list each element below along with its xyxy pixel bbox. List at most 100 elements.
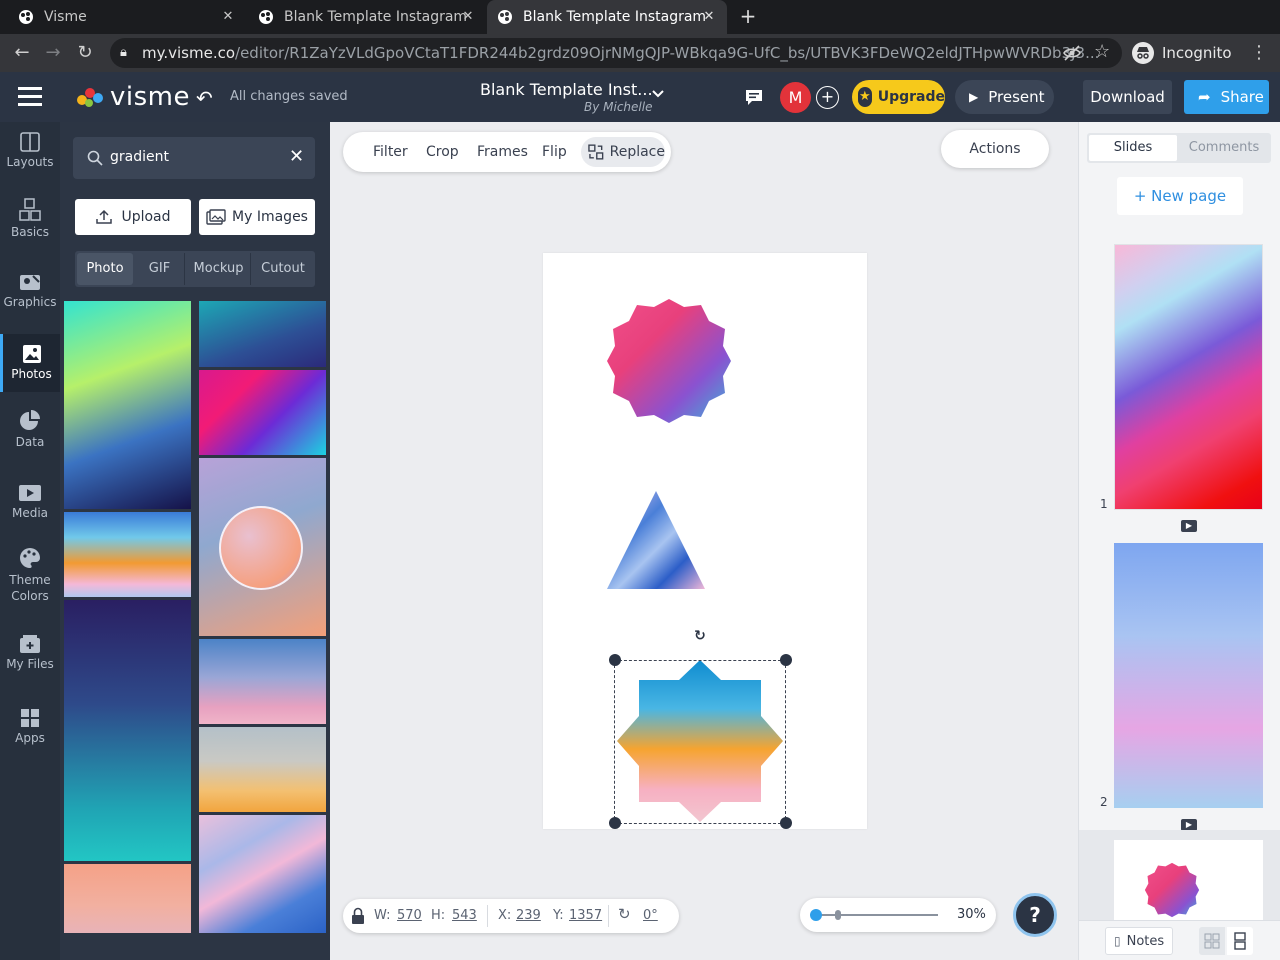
resize-handle-top-left[interactable]: [609, 654, 621, 666]
photo-thumbnail[interactable]: [64, 864, 191, 933]
tab-gif[interactable]: GIF: [135, 253, 185, 285]
resize-handle-top-right[interactable]: [780, 654, 792, 666]
close-tab-icon[interactable]: ✕: [460, 9, 476, 25]
selection-box[interactable]: [614, 660, 786, 824]
slide-transition-icon[interactable]: ▶: [1181, 520, 1197, 532]
rotate-handle-icon[interactable]: ↻: [689, 625, 711, 647]
upgrade-button[interactable]: ★ Upgrade: [852, 80, 945, 114]
upload-button[interactable]: Upload: [75, 199, 191, 235]
tab-cutout[interactable]: Cutout: [253, 253, 313, 285]
forward-arrow-icon[interactable]: →: [42, 42, 64, 64]
resize-handle-bottom-left[interactable]: [609, 817, 621, 829]
help-button[interactable]: ?: [1013, 893, 1057, 937]
photo-thumbnail[interactable]: [64, 301, 191, 509]
photo-thumbnail[interactable]: [199, 639, 326, 724]
undo-icon[interactable]: ↶: [196, 86, 213, 110]
search-input[interactable]: gradient: [110, 149, 169, 165]
photo-thumbnail[interactable]: [199, 815, 326, 933]
sidebar-item-apps[interactable]: Apps: [0, 708, 60, 752]
lock-aspect-icon[interactable]: [351, 907, 365, 925]
present-button[interactable]: ▶ Present: [955, 80, 1054, 114]
photo-thumbnail[interactable]: [199, 458, 326, 636]
browser-menu-icon[interactable]: ⋮: [1250, 42, 1268, 64]
width-value[interactable]: 570: [397, 908, 422, 923]
actions-button[interactable]: Actions: [941, 130, 1049, 168]
rotation-icon: ↻: [618, 905, 631, 923]
close-tab-icon[interactable]: ✕: [701, 9, 717, 25]
close-tab-icon[interactable]: ✕: [220, 9, 236, 25]
replace-label: Replace: [609, 144, 665, 160]
grid-view-toggle[interactable]: [1199, 927, 1225, 955]
new-tab-button[interactable]: +: [738, 6, 758, 28]
element-properties-bar: W: 570 H: 543 X: 239 Y: 1357 ↻ 0°: [343, 899, 679, 933]
badge-shape-gradient-image[interactable]: [605, 297, 733, 425]
share-button[interactable]: ➦ Share: [1184, 80, 1269, 114]
browser-tab-blank-template-1[interactable]: Blank Template Instagram ✕: [248, 0, 486, 34]
slide-thumbnail-2[interactable]: [1114, 543, 1263, 808]
flip-button[interactable]: Flip: [542, 132, 567, 172]
photo-thumbnail[interactable]: [199, 301, 326, 367]
slides-footer: ▯ Notes: [1079, 920, 1280, 960]
tab-slides[interactable]: Slides: [1089, 135, 1177, 161]
sidebar-item-data[interactable]: Data: [0, 410, 60, 454]
back-arrow-icon[interactable]: ←: [11, 42, 33, 64]
chevron-down-icon[interactable]: [651, 86, 665, 104]
replace-button[interactable]: Replace: [581, 137, 665, 167]
sidebar-item-theme-colors[interactable]: Theme Colors: [0, 547, 60, 607]
sidebar-item-media[interactable]: Media: [0, 483, 60, 527]
hamburger-menu-icon[interactable]: [18, 87, 42, 107]
slide-number: 1: [1100, 497, 1108, 511]
triangle-shape-marble-image[interactable]: [605, 489, 707, 591]
bookmark-star-icon[interactable]: ☆: [1094, 42, 1114, 62]
panel-tabs: Slides Comments: [1087, 133, 1271, 163]
tab-mockup[interactable]: Mockup: [187, 253, 251, 285]
browser-tab-blank-template-active[interactable]: Blank Template Instagram ✕: [487, 0, 727, 34]
sidebar-item-layouts[interactable]: Layouts: [0, 132, 60, 184]
visme-logo[interactable]: visme: [76, 82, 190, 112]
frames-button[interactable]: Frames: [477, 132, 528, 172]
tracking-eye-off-icon[interactable]: [1062, 43, 1082, 63]
comments-icon[interactable]: [744, 87, 764, 107]
photo-thumbnail[interactable]: [199, 370, 326, 455]
browser-tab-visme[interactable]: Visme ✕: [8, 0, 246, 34]
sidebar-item-basics[interactable]: Basics: [0, 198, 60, 250]
download-button[interactable]: Download: [1083, 80, 1172, 114]
sidebar-item-photos[interactable]: Photos: [0, 334, 60, 392]
reload-icon[interactable]: ↻: [74, 42, 96, 64]
project-title[interactable]: Blank Template Inst...: [480, 80, 653, 99]
filter-button[interactable]: Filter: [373, 132, 408, 172]
divider: [487, 905, 488, 927]
my-images-button[interactable]: My Images: [199, 199, 315, 235]
height-value[interactable]: 543: [452, 908, 477, 923]
resize-handle-bottom-right[interactable]: [780, 817, 792, 829]
y-value[interactable]: 1357: [569, 908, 602, 923]
zoom-slider-handle[interactable]: [810, 909, 822, 921]
photo-thumbnail[interactable]: [64, 600, 191, 861]
user-avatar[interactable]: M: [780, 82, 811, 113]
sidebar-item-graphics[interactable]: Graphics: [0, 272, 60, 316]
tab-photo[interactable]: Photo: [77, 253, 133, 285]
incognito-indicator[interactable]: Incognito: [1132, 38, 1232, 68]
slide-thumbnail-3[interactable]: [1114, 840, 1263, 920]
slide-thumbnail-1[interactable]: [1114, 244, 1263, 510]
new-page-button[interactable]: + New page: [1117, 177, 1243, 215]
clear-search-icon[interactable]: ✕: [289, 146, 304, 167]
search-box[interactable]: gradient ✕: [73, 137, 315, 179]
my-files-icon: [20, 635, 40, 653]
crop-button[interactable]: Crop: [426, 132, 459, 172]
y-label: Y:: [553, 908, 564, 923]
visme-favicon-icon: [497, 9, 513, 25]
sidebar-item-label: Basics: [10, 225, 50, 239]
photo-thumbnail[interactable]: [199, 727, 326, 812]
sidebar-item-my-files[interactable]: My Files: [0, 634, 60, 678]
browser-tab-bar: Visme ✕ Blank Template Instagram ✕ Blank…: [0, 0, 1280, 34]
add-collaborator-icon[interactable]: +: [816, 86, 839, 109]
replace-icon: [588, 144, 604, 160]
photo-thumbnail[interactable]: [64, 512, 191, 597]
address-bar[interactable]: 🔒︎ my.visme.co/editor/R1ZaYzVLdGpoVCtaT1…: [110, 38, 1122, 68]
x-value[interactable]: 239: [516, 908, 541, 923]
list-view-toggle[interactable]: [1227, 927, 1253, 955]
rotation-value[interactable]: 0°: [643, 908, 658, 923]
tab-comments[interactable]: Comments: [1179, 135, 1269, 161]
notes-button[interactable]: ▯ Notes: [1105, 927, 1173, 955]
